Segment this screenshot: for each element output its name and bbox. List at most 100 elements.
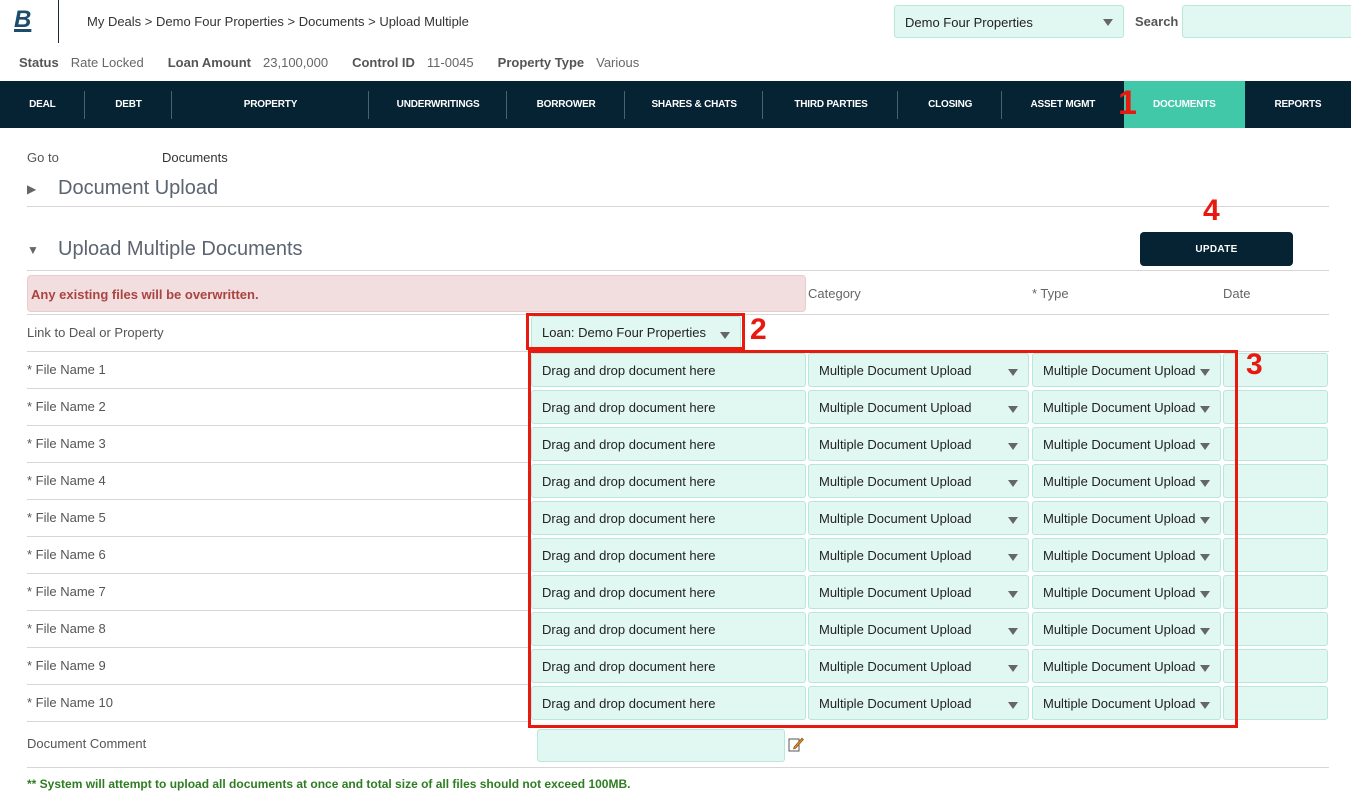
column-header-type: * Type [1032, 286, 1069, 301]
date-input[interactable] [1223, 612, 1328, 646]
divider [27, 767, 1329, 768]
upload-size-note: ** System will attempt to upload all doc… [27, 777, 631, 791]
collapse-down-icon: ▼ [27, 242, 39, 257]
file-name-label: * File Name 7 [27, 584, 106, 599]
date-input[interactable] [1223, 538, 1328, 572]
nav-tab-label: CLOSING [928, 99, 973, 110]
divider [27, 610, 531, 611]
nav-tab-label: THIRD PARTIES [794, 99, 868, 110]
column-header-category: Category [808, 286, 861, 301]
nav-tab-label: ASSET MGMT [1030, 99, 1096, 110]
date-input[interactable] [1223, 464, 1328, 498]
annotation-box-2 [526, 313, 745, 350]
status-label: Status [19, 55, 59, 70]
property-type-label: Property Type [497, 55, 585, 70]
control-id-value: 11-0045 [426, 55, 474, 70]
nav-tab-property[interactable]: PROPERTY [172, 81, 369, 128]
divider [27, 721, 531, 722]
breadcrumb-deal[interactable]: Demo Four Properties [156, 14, 284, 29]
breadcrumb-separator: > [364, 14, 380, 29]
file-name-label: * File Name 3 [27, 436, 106, 451]
nav-tab-label: REPORTS [1274, 99, 1322, 110]
overwrite-warning: Any existing files will be overwritten. [27, 275, 806, 312]
file-name-label: * File Name 4 [27, 473, 106, 488]
nav-tab-label: DEAL [29, 99, 56, 110]
nav-tab-underwritings[interactable]: UNDERWRITINGS [369, 81, 508, 128]
property-type-value: Various [596, 55, 640, 70]
date-input[interactable] [1223, 390, 1328, 424]
date-input[interactable] [1223, 353, 1328, 387]
nav-tab-reports[interactable]: REPORTS [1245, 81, 1351, 128]
search-input[interactable] [1182, 5, 1351, 38]
section-upload-multiple[interactable]: ▼ Upload Multiple Documents [27, 238, 303, 261]
goto-label: Go to [27, 150, 59, 165]
file-name-label: * File Name 2 [27, 399, 106, 414]
divider [27, 388, 531, 389]
file-name-label: * File Name 10 [27, 695, 113, 710]
nav-tab-third-parties[interactable]: THIRD PARTIES [763, 81, 899, 128]
file-name-label: * File Name 8 [27, 621, 106, 636]
nav-tab-label: UNDERWRITINGS [396, 99, 480, 110]
file-name-label: * File Name 5 [27, 510, 106, 525]
nav-tab-shares-chats[interactable]: SHARES & CHATS [625, 81, 764, 128]
breadcrumb-my-deals[interactable]: My Deals [87, 14, 141, 29]
breadcrumb-separator: > [283, 14, 299, 29]
deal-select-value: Demo Four Properties [905, 15, 1033, 30]
nav-tab-debt[interactable]: DEBT [85, 81, 173, 128]
date-input[interactable] [1223, 686, 1328, 720]
nav-tab-closing[interactable]: CLOSING [898, 81, 1002, 128]
section-title: Document Upload [58, 177, 219, 199]
section-document-upload[interactable]: ▶ Document Upload [27, 177, 218, 200]
file-name-label: * File Name 1 [27, 362, 106, 377]
annotation-box-3 [528, 350, 1238, 728]
status-value: Rate Locked [70, 55, 144, 70]
annotation-3: 3 [1246, 348, 1263, 381]
update-button[interactable]: UPDATE [1140, 232, 1293, 266]
search-label: Search [1135, 14, 1179, 29]
file-name-label: * File Name 6 [27, 547, 106, 562]
annotation-2: 2 [750, 313, 767, 346]
loan-amount-value: 23,100,000 [263, 55, 329, 70]
column-header-date: Date [1223, 286, 1251, 301]
nav-tab-borrower[interactable]: BORROWER [507, 81, 625, 128]
section-title: Upload Multiple Documents [58, 238, 303, 260]
date-input[interactable] [1223, 501, 1328, 535]
nav-tab-deal[interactable]: DEAL [0, 81, 85, 128]
date-input[interactable] [1223, 575, 1328, 609]
logo-divider [58, 0, 59, 43]
date-input[interactable] [1223, 649, 1328, 683]
annotation-4: 4 [1203, 194, 1220, 227]
nav-tab-label: BORROWER [536, 99, 596, 110]
control-id-label: Control ID [352, 55, 415, 70]
nav-tab-asset-mgmt[interactable]: ASSET MGMT [1002, 81, 1124, 128]
link-label: Link to Deal or Property [27, 325, 164, 340]
nav-tab-label: PROPERTY [243, 99, 298, 110]
divider [27, 647, 531, 648]
nav-tab-documents[interactable]: DOCUMENTS [1123, 81, 1245, 128]
divider [27, 462, 531, 463]
deal-select[interactable]: Demo Four Properties [894, 5, 1124, 38]
breadcrumb: My Deals > Demo Four Properties > Docume… [87, 14, 469, 29]
edit-icon[interactable] [788, 736, 804, 752]
chevron-down-icon [1103, 19, 1113, 26]
annotation-1: 1 [1118, 84, 1137, 122]
divider [27, 270, 1329, 271]
document-comment-label: Document Comment [27, 736, 147, 751]
goto-select[interactable]: Documents [162, 150, 228, 165]
divider [27, 684, 531, 685]
nav-tab-label: DEBT [115, 99, 142, 110]
app-logo[interactable]: B [14, 6, 31, 34]
divider [27, 573, 531, 574]
deal-status-bar: Status Rate Locked Loan Amount 23,100,00… [19, 55, 663, 70]
breadcrumb-separator: > [141, 14, 157, 29]
breadcrumb-upload-multiple: Upload Multiple [379, 14, 469, 29]
loan-amount-label: Loan Amount [167, 55, 252, 70]
expand-right-icon: ▶ [27, 181, 37, 196]
document-comment-input[interactable] [537, 729, 785, 762]
nav-tab-label: SHARES & CHATS [651, 99, 737, 110]
date-input[interactable] [1223, 427, 1328, 461]
breadcrumb-documents[interactable]: Documents [299, 14, 365, 29]
main-nav: DEAL DEBT PROPERTY UNDERWRITINGS BORROWER SHA… [0, 81, 1351, 128]
nav-tab-label: DOCUMENTS [1152, 99, 1216, 110]
divider [27, 425, 531, 426]
